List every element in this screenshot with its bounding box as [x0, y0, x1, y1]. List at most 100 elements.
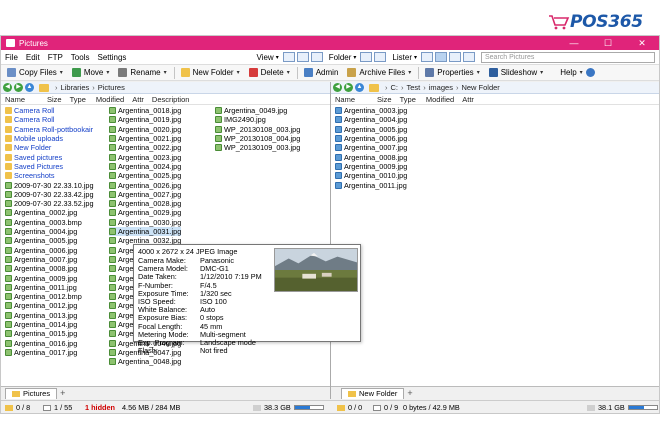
- file-item[interactable]: Argentina_0007.jpg: [335, 143, 407, 152]
- file-item[interactable]: Argentina_0008.jpg: [5, 264, 77, 273]
- move-button[interactable]: Move ▾: [70, 68, 112, 77]
- menu-file[interactable]: File: [5, 53, 18, 62]
- file-item[interactable]: Argentina_0004.jpg: [5, 227, 77, 236]
- lister-vertical-icon[interactable]: [463, 52, 475, 62]
- folder-item[interactable]: New Folder: [5, 143, 51, 152]
- col-size[interactable]: Size: [377, 95, 392, 104]
- file-item[interactable]: Argentina_0016.jpg: [5, 339, 77, 348]
- file-item[interactable]: IMG2490.jpg: [215, 115, 266, 124]
- crumb-libraries[interactable]: Libraries: [61, 83, 90, 92]
- file-item[interactable]: Argentina_0022.jpg: [109, 143, 181, 152]
- forward-icon[interactable]: ▶: [344, 83, 353, 92]
- add-tab-icon[interactable]: +: [60, 388, 65, 399]
- close-button[interactable]: ✕: [625, 38, 659, 49]
- file-item[interactable]: Argentina_0009.jpg: [335, 162, 407, 171]
- lister-menu[interactable]: Lister: [392, 53, 412, 62]
- new-folder-button[interactable]: New Folder ▾: [179, 68, 242, 77]
- file-item[interactable]: Argentina_0010.jpg: [335, 171, 407, 180]
- file-item[interactable]: Argentina_0017.jpg: [5, 348, 77, 357]
- view-details-icon[interactable]: [282, 52, 295, 62]
- file-item[interactable]: Argentina_0028.jpg: [109, 199, 181, 208]
- folder-dual-icon[interactable]: [374, 52, 387, 62]
- file-item[interactable]: Argentina_0026.jpg: [109, 180, 181, 190]
- file-item[interactable]: 2009-07-30 22.33.10.jpg: [5, 180, 94, 190]
- file-item[interactable]: Argentina_0008.jpg: [335, 153, 407, 162]
- help-button[interactable]: Help ▾: [558, 68, 599, 77]
- col-attr[interactable]: Attr: [462, 95, 474, 104]
- lister-dual-icon[interactable]: [435, 52, 447, 62]
- tab-new-folder[interactable]: New Folder: [341, 388, 405, 399]
- file-item[interactable]: Arge: [109, 264, 133, 273]
- crumb-new-folder[interactable]: New Folder: [461, 83, 499, 92]
- col-attr[interactable]: Attr: [132, 95, 144, 104]
- col-name[interactable]: Name: [335, 95, 355, 104]
- file-item[interactable]: Argentina_0015.jpg: [5, 329, 77, 338]
- col-type[interactable]: Type: [70, 95, 86, 104]
- menu-settings[interactable]: Settings: [97, 53, 126, 62]
- file-item[interactable]: Argentina_0020.jpg: [109, 125, 181, 134]
- folder-item[interactable]: Saved pictures: [5, 153, 62, 162]
- file-item[interactable]: Argentina_0021.jpg: [109, 134, 181, 143]
- col-type[interactable]: Type: [400, 95, 416, 104]
- file-item[interactable]: Argentina_0025.jpg: [109, 171, 181, 180]
- file-item[interactable]: 2009-07-30 22.33.52.jpg: [5, 199, 94, 208]
- file-item[interactable]: Arge: [109, 283, 133, 292]
- folder-item[interactable]: Camera Roll-pottbookair: [5, 125, 93, 134]
- file-item[interactable]: Argentina_0004.jpg: [335, 115, 407, 124]
- lister-horizontal-icon[interactable]: [449, 52, 461, 62]
- file-item[interactable]: Argentina_0011.jpg: [5, 283, 77, 292]
- folder-item[interactable]: Screenshots: [5, 171, 55, 180]
- tab-pictures[interactable]: Pictures: [5, 388, 58, 399]
- menu-tools[interactable]: Tools: [71, 53, 90, 62]
- up-icon[interactable]: ▲: [25, 83, 34, 92]
- file-item[interactable]: Argentina_0003.bmp: [5, 218, 82, 227]
- file-item[interactable]: 2009-07-30 22.33.42.jpg: [5, 190, 94, 199]
- file-item[interactable]: Argentina_0012.jpg: [5, 301, 77, 310]
- file-item[interactable]: Argentina_0007.jpg: [5, 255, 77, 264]
- file-item[interactable]: Argentina_0012.bmp: [5, 292, 82, 301]
- file-item[interactable]: Argentina_0018.jpg: [109, 106, 181, 115]
- up-icon[interactable]: ▲: [355, 83, 364, 92]
- folder-tree-icon[interactable]: [360, 52, 373, 62]
- folder-item[interactable]: Camera Roll: [5, 115, 55, 124]
- admin-button[interactable]: Admin: [302, 68, 341, 77]
- file-item[interactable]: Argentina_0006.jpg: [335, 134, 407, 143]
- crumb-pictures[interactable]: Pictures: [98, 83, 125, 92]
- crumb-test[interactable]: Test: [407, 83, 421, 92]
- file-item[interactable]: Argentina_0024.jpg: [109, 162, 181, 171]
- menu-edit[interactable]: Edit: [26, 53, 40, 62]
- folder-item[interactable]: Mobile uploads: [5, 134, 63, 143]
- archive-files-button[interactable]: Archive Files ▾: [345, 68, 413, 77]
- file-item[interactable]: Argentina_0013.jpg: [5, 311, 77, 320]
- crumb-drive[interactable]: C:: [391, 83, 399, 92]
- file-item[interactable]: Argentina_0027.jpg: [109, 190, 181, 199]
- back-icon[interactable]: ◀: [3, 83, 12, 92]
- col-size[interactable]: Size: [47, 95, 62, 104]
- slideshow-button[interactable]: Slideshow ▾: [487, 68, 545, 77]
- col-name[interactable]: Name: [5, 95, 25, 104]
- file-item[interactable]: Arge: [109, 273, 133, 283]
- file-item[interactable]: Argentina_0006.jpg: [5, 246, 77, 255]
- file-item[interactable]: Argentina_0011.jpg: [335, 180, 407, 190]
- file-item[interactable]: Argentina_0023.jpg: [109, 153, 181, 162]
- forward-icon[interactable]: ▶: [14, 83, 23, 92]
- view-menu[interactable]: View: [257, 53, 274, 62]
- file-item[interactable]: WP_20130108_004.jpg: [215, 134, 300, 143]
- maximize-button[interactable]: ☐: [591, 38, 625, 49]
- view-list-icon[interactable]: [296, 52, 309, 62]
- hidden-count[interactable]: 1 hidden: [85, 403, 115, 412]
- search-input[interactable]: Search Pictures: [481, 51, 655, 63]
- file-item[interactable]: Argentina_0031.jpg: [109, 226, 182, 237]
- file-item[interactable]: Argentina_0005.jpg: [335, 125, 407, 134]
- file-item[interactable]: Argentina_0014.jpg: [5, 320, 77, 329]
- file-item[interactable]: WP_20130108_003.jpg: [215, 125, 300, 134]
- file-item[interactable]: Arge: [109, 246, 133, 255]
- lister-single-icon[interactable]: [421, 52, 433, 62]
- rename-button[interactable]: Rename ▾: [116, 68, 168, 77]
- file-item[interactable]: Argentina_0029.jpg: [109, 208, 181, 217]
- file-item[interactable]: Argentina_0009.jpg: [5, 273, 77, 283]
- file-item[interactable]: Argentina_0002.jpg: [5, 208, 77, 217]
- back-icon[interactable]: ◀: [333, 83, 342, 92]
- file-item[interactable]: Argentina_0003.jpg: [335, 106, 407, 115]
- col-modified[interactable]: Modified: [426, 95, 454, 104]
